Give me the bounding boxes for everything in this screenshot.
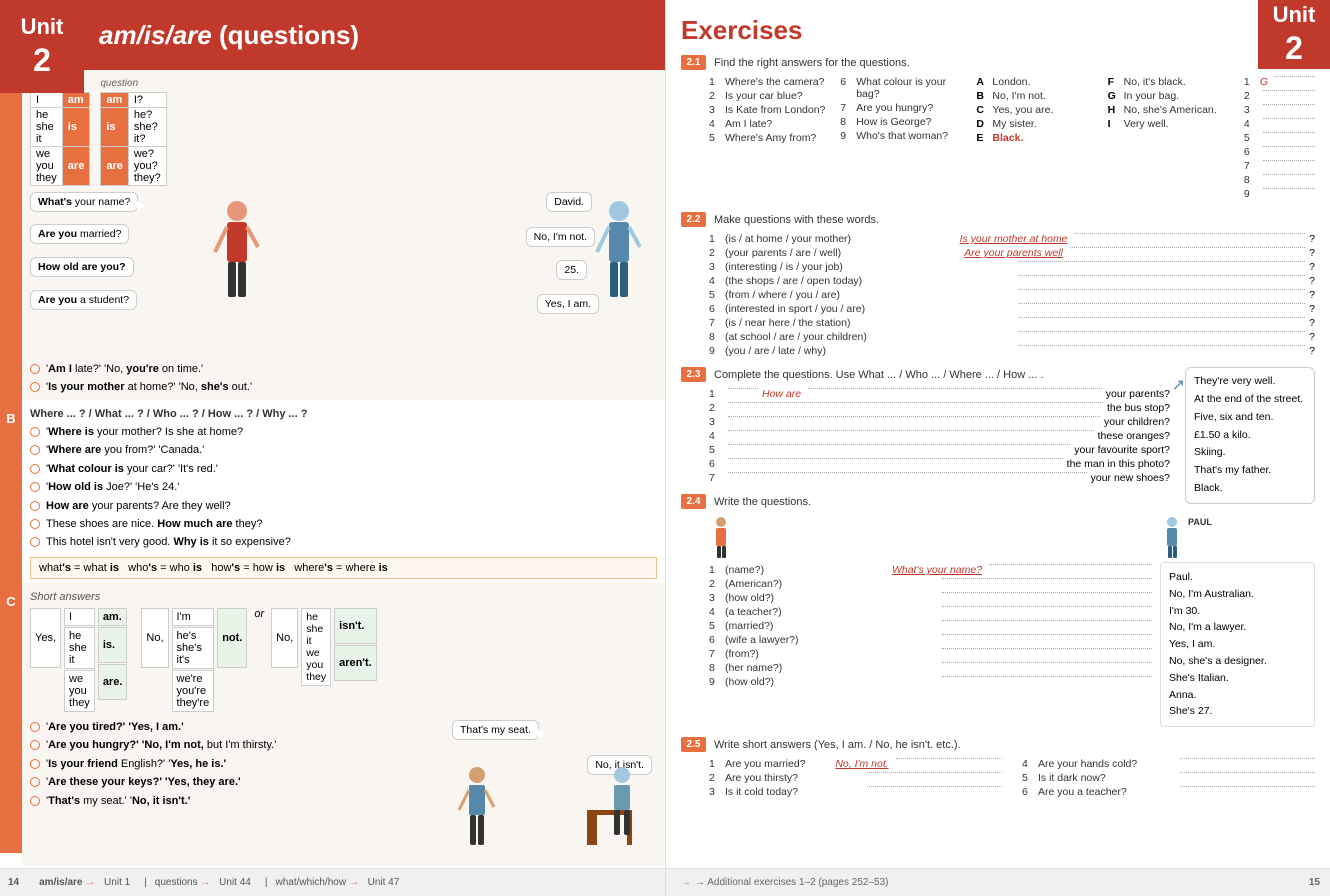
paul-figure [1160,515,1185,560]
ex21-q4: 4Am I late? [709,118,835,130]
ex21-q2: 2Is your car blue? [709,90,835,102]
ex22-instruction: Make questions with these words. [714,214,879,226]
ex21-q1: 1Where's the camera? [709,76,835,88]
contractions-box: what's = what is who's = who is how's = … [30,557,657,579]
ex22-badge: 2.2 [681,212,706,227]
bubble-1: What's your name? [30,192,138,212]
standing-figure [457,765,497,855]
section-b-examples: 'Where is your mother? Is she at home? '… [30,425,657,551]
ex24-badge: 2.4 [681,494,706,509]
figure-man [592,197,647,320]
section-c-header: Short answers [30,591,657,603]
ex22-items: 1 (is / at home / your mother) Is your m… [709,233,1315,357]
section-b-content: Where ... ? / What ... ? / Who ... ? / H… [22,400,665,583]
exercise-2-1: 2.1 Find the right answers for the quest… [681,55,1315,202]
paul-responses: Paul. No, I'm Australian. I'm 30. No, I'… [1160,562,1315,727]
bubble-5: How old are you? [30,257,134,277]
ex21-instruction: Find the right answers for the questions… [714,57,910,69]
ex22-header: 2.2 Make questions with these words. [681,212,1315,227]
section-b-header: Where ... ? / What ... ? / Who ... ? / H… [30,408,657,420]
page-number-15: 15 [1309,877,1320,888]
section-a-content: positive I am he she it is we you they a… [22,70,665,400]
ex21-answers: ALondon. BNo, I'm not. CYes, you are. DM… [976,76,1233,202]
section-c-label: C [0,591,22,609]
exercise-2-5: 2.5 Write short answers (Yes, I am. / No… [681,737,1315,800]
exercises-title: Exercises [681,15,802,46]
bubble-3: Are you married? [30,224,129,244]
figure-girl [210,197,265,320]
ex25-content: 1 Are you married? No, I'm not. 2 Are yo… [709,758,1315,800]
title-questions: (questions) [219,20,359,50]
section-b-bar: B [0,400,22,583]
unit-box-right: Unit 2 [1258,0,1330,69]
section-c-examples: 'Are you tired?' 'Yes, I am.' 'Are you h… [30,720,442,809]
ex21-q7: 7Are you hungry? [840,102,966,114]
ex21-badge: 2.1 [681,55,706,70]
ex21-questions: 1Where's the camera? 2Is your car blue? … [709,76,966,202]
section-c-content: Short answers Yes, I he she it we you th… [22,583,665,866]
seated-figure [572,765,642,855]
ex21-numbered-answers: 1G 2 3 4 5 6 7 8 9 [1244,76,1315,202]
ex21-header: 2.1 Find the right answers for the quest… [681,55,1315,70]
ex25-instruction: Write short answers (Yes, I am. / No, he… [714,739,961,751]
ex21-content: 1Where's the camera? 2Is your car blue? … [709,76,1315,202]
exercise-2-4: 2.4 Write the questions. [681,494,1315,727]
page-number-14: 14 [8,877,19,888]
ex23-response-box: They're very well. At the end of the str… [1185,367,1315,504]
right-page: Unit 2 Exercises 2.1 Find the right answ… [665,0,1330,896]
bubble-8: Yes, I am. [537,294,599,314]
unit-box-left: Unit 2 [0,0,84,93]
seat-bubble-1: That's my seat. [452,720,539,740]
ex21-q3: 3Is Kate from London? [709,104,835,116]
right-content: 2.1 Find the right answers for the quest… [681,55,1315,866]
ex21-q9: 9Who's that woman? [840,130,966,142]
ex23-badge: 2.3 [681,367,706,382]
ex25-header: 2.5 Write short answers (Yes, I am. / No… [681,737,1315,752]
left-page: Unit 2 am/is/are (questions) A positive … [0,0,665,896]
section-b-label: B [0,408,22,426]
section-c-bar: C [0,583,22,853]
section-a-bar: A [0,70,22,400]
ex25-left: 1 Are you married? No, I'm not. 2 Are yo… [709,758,1002,800]
footer-additional: → Additional exercises 1–2 (pages 252–53… [695,877,888,888]
footer-left: 14 am/is/are → Unit 1 | questions → Unit… [0,868,665,896]
ex24-questions: 1 (name?) What's your name? 2(American?)… [709,515,1152,727]
ex23-arrow: ↗ [1172,375,1185,395]
seat-illustration: That's my seat. No, it isn't. [447,720,657,860]
short-answers-table: Yes, I he she it we you they am. is. are… [30,608,657,712]
ex21-q6: 6What colour is your bag? [840,76,966,100]
ex25-badge: 2.5 [681,737,706,752]
exercise-2-2: 2.2 Make questions with these words. 1 (… [681,212,1315,357]
ex24-content: 1 (name?) What's your name? 2(American?)… [709,515,1315,727]
ex25-right: 4 Are your hands cold? 5 Is it dark now?… [1022,758,1315,800]
bubble-6: 25. [556,260,587,280]
bubble-7: Are you a student? [30,290,137,310]
ex24-instruction: Write the questions. [714,496,811,508]
ex21-q5: 5Where's Amy from? [709,132,835,144]
question-header: question [100,78,166,89]
ex23-instruction: Complete the questions. Use What ... / W… [714,369,1044,381]
ex24-figure-left [709,515,734,560]
bubble-2: David. [546,192,592,212]
title-amis: am/is/are [99,20,212,50]
bubble-4: No, I'm not. [526,227,595,247]
header-title: am/is/are (questions) [84,0,665,70]
footer-right: → → Additional exercises 1–2 (pages 252–… [666,868,1330,896]
ex24-paul-box: PAUL Paul. No, I'm Australian. I'm 30. N… [1160,515,1315,727]
paul-label: PAUL [1188,517,1212,527]
exercise-2-3: 2.3 Complete the questions. Use What ...… [681,367,1315,484]
ex21-q8: 8How is George? [840,116,966,128]
